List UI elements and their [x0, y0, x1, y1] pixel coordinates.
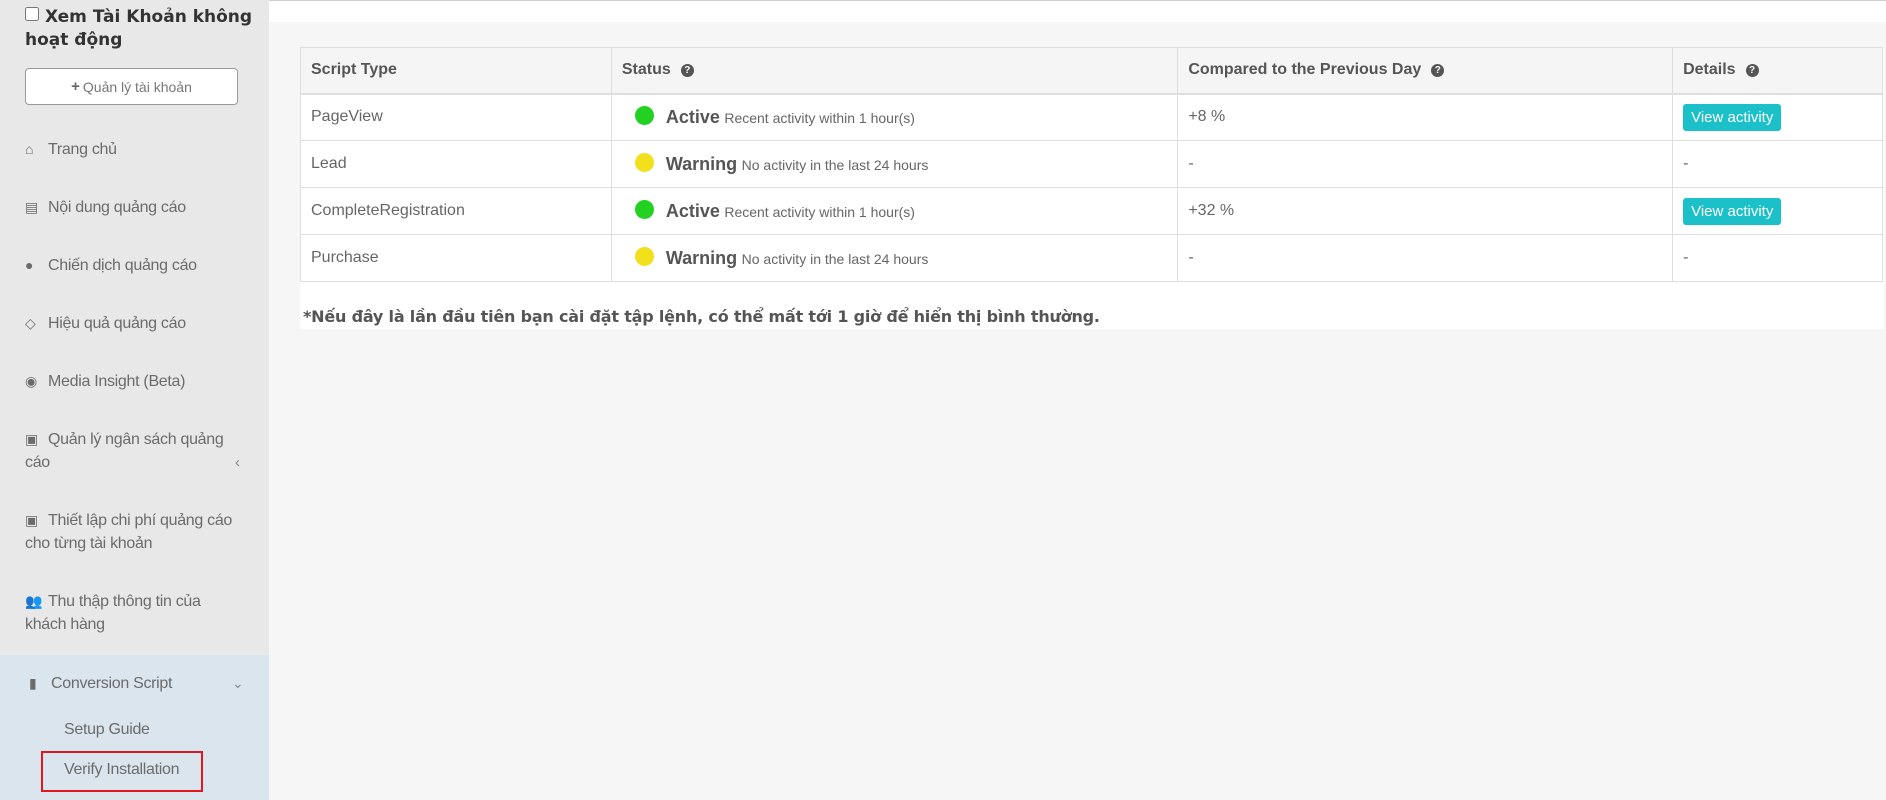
cell-script-type: Purchase	[300, 234, 612, 282]
manage-accounts-button[interactable]: + Quản lý tài khoản	[25, 68, 238, 105]
cell-script-type: PageView	[300, 93, 612, 141]
sidebar-item-campaigns[interactable]: ● Chiến dịch quảng cáo	[25, 254, 235, 277]
verify-installation-panel: Script Type Status? Compared to the Prev…	[300, 47, 1884, 329]
sidebar-item-label: Conversion Script	[51, 675, 173, 692]
sidebar-item-label: Hiệu quả quảng cáo	[48, 315, 186, 332]
status-dot-icon	[634, 200, 654, 219]
cell-status: Active Recent activity within 1 hour(s)	[610, 187, 1179, 235]
plus-icon: +	[71, 78, 80, 95]
show-inactive-accounts-toggle[interactable]: Xem Tài Khoản không hoạt động	[25, 6, 265, 52]
users-icon: 👥	[25, 593, 43, 609]
cell-status: Warning No activity in the last 24 hours	[610, 140, 1179, 188]
sidebar-item-ad-content[interactable]: ▤ Nội dung quảng cáo	[25, 196, 235, 219]
sidebar-item-ad-performance[interactable]: ◇ Hiệu quả quảng cáo	[25, 312, 235, 335]
status-dot-icon	[634, 153, 654, 172]
cell-details: -	[1672, 140, 1883, 188]
question-circle-icon[interactable]: ?	[1745, 64, 1759, 78]
sidebar-item-home[interactable]: ⌂ Trang chủ	[25, 138, 235, 161]
top-bar	[269, 0, 1886, 22]
money-icon: ▣	[25, 512, 38, 528]
sidebar-item-conversion-script[interactable]: ▮ Conversion Script ⌄	[29, 672, 249, 695]
question-circle-icon[interactable]: ?	[1431, 64, 1445, 78]
cell-details: View activity	[1672, 187, 1883, 235]
cell-compared: -	[1177, 140, 1674, 188]
header-status: Status?	[610, 47, 1179, 95]
sidebar-item-cost-setup[interactable]: ▣ Thiết lập chi phí quảng cáo cho từng tà…	[25, 509, 235, 555]
cell-script-type: Lead	[300, 140, 612, 188]
cell-details: View activity	[1672, 93, 1883, 141]
cell-script-type: CompleteRegistration	[300, 187, 612, 235]
globe-icon: ●	[25, 257, 34, 273]
chevron-down-icon: ⌄	[232, 675, 244, 691]
sidebar-item-customer-info[interactable]: 👥 Thu thập thông tin của khách hàng	[25, 590, 235, 636]
view-activity-button[interactable]: View activity	[1683, 103, 1782, 131]
sidebar-item-budget[interactable]: ▣ Quản lý ngân sách quảng cáo ‹	[25, 428, 240, 474]
show-inactive-checkbox[interactable]	[25, 7, 39, 21]
question-circle-icon[interactable]: ?	[680, 64, 694, 78]
sidebar-item-media-insight[interactable]: ◉ Media Insight (Beta)	[25, 370, 235, 393]
list-alt-icon: ▤	[25, 199, 38, 215]
cell-compared: +32 %	[1177, 187, 1674, 235]
sidebar-item-label: Quản lý ngân sách quảng cáo	[25, 431, 224, 471]
table-header-row: Script Type Status? Compared to the Prev…	[300, 47, 1883, 95]
header-script-type: Script Type	[300, 47, 612, 95]
sidebar-item-label: Media Insight (Beta)	[48, 373, 186, 390]
table-row: Purchase Warning No activity in the last…	[300, 234, 1883, 282]
status-dot-icon	[634, 106, 654, 126]
sidebar-subitem-setup-guide[interactable]: Setup Guide	[64, 721, 150, 739]
header-compared: Compared to the Previous Day?	[1177, 47, 1674, 95]
diamond-icon: ◇	[25, 315, 36, 331]
table-row: Lead Warning No activity in the last 24 …	[300, 140, 1883, 188]
sidebar-item-label: Thu thập thông tin của khách hàng	[25, 593, 201, 633]
sidebar-item-label: Nội dung quảng cáo	[48, 199, 186, 216]
verify-installation-highlight	[41, 751, 203, 792]
cell-compared: +8 %	[1177, 93, 1674, 141]
money-icon: ▣	[25, 431, 38, 447]
chevron-left-icon: ‹	[235, 454, 240, 471]
home-icon: ⌂	[25, 141, 34, 157]
script-status-table: Script Type Status? Compared to the Prev…	[300, 47, 1883, 282]
show-inactive-label: Xem Tài Khoản không hoạt động	[25, 7, 253, 50]
sidebar-item-label: Thiết lập chi phí quảng cáo cho từng tài…	[25, 512, 233, 552]
view-activity-button[interactable]: View activity	[1683, 197, 1782, 225]
first-install-note: *Nếu đây là lần đầu tiên bạn cài đặt tập…	[303, 307, 1100, 326]
eye-icon: ◉	[25, 373, 37, 389]
cell-compared: -	[1177, 234, 1674, 282]
cell-status: Active Recent activity within 1 hour(s)	[610, 93, 1179, 141]
cell-status: Warning No activity in the last 24 hours	[610, 234, 1179, 282]
cell-details: -	[1672, 234, 1883, 282]
header-details: Details?	[1672, 47, 1883, 95]
status-dot-icon	[634, 247, 654, 266]
sidebar: Xem Tài Khoản không hoạt động + Quản lý …	[0, 0, 269, 800]
sidebar-item-label: Chiến dịch quảng cáo	[48, 257, 197, 274]
table-row: CompleteRegistration Active Recent activ…	[300, 187, 1883, 235]
sidebar-item-label: Trang chủ	[48, 141, 117, 158]
book-icon: ▮	[29, 675, 37, 691]
table-row: PageView Active Recent activity within 1…	[300, 93, 1883, 141]
manage-accounts-label: Quản lý tài khoản	[82, 78, 192, 95]
